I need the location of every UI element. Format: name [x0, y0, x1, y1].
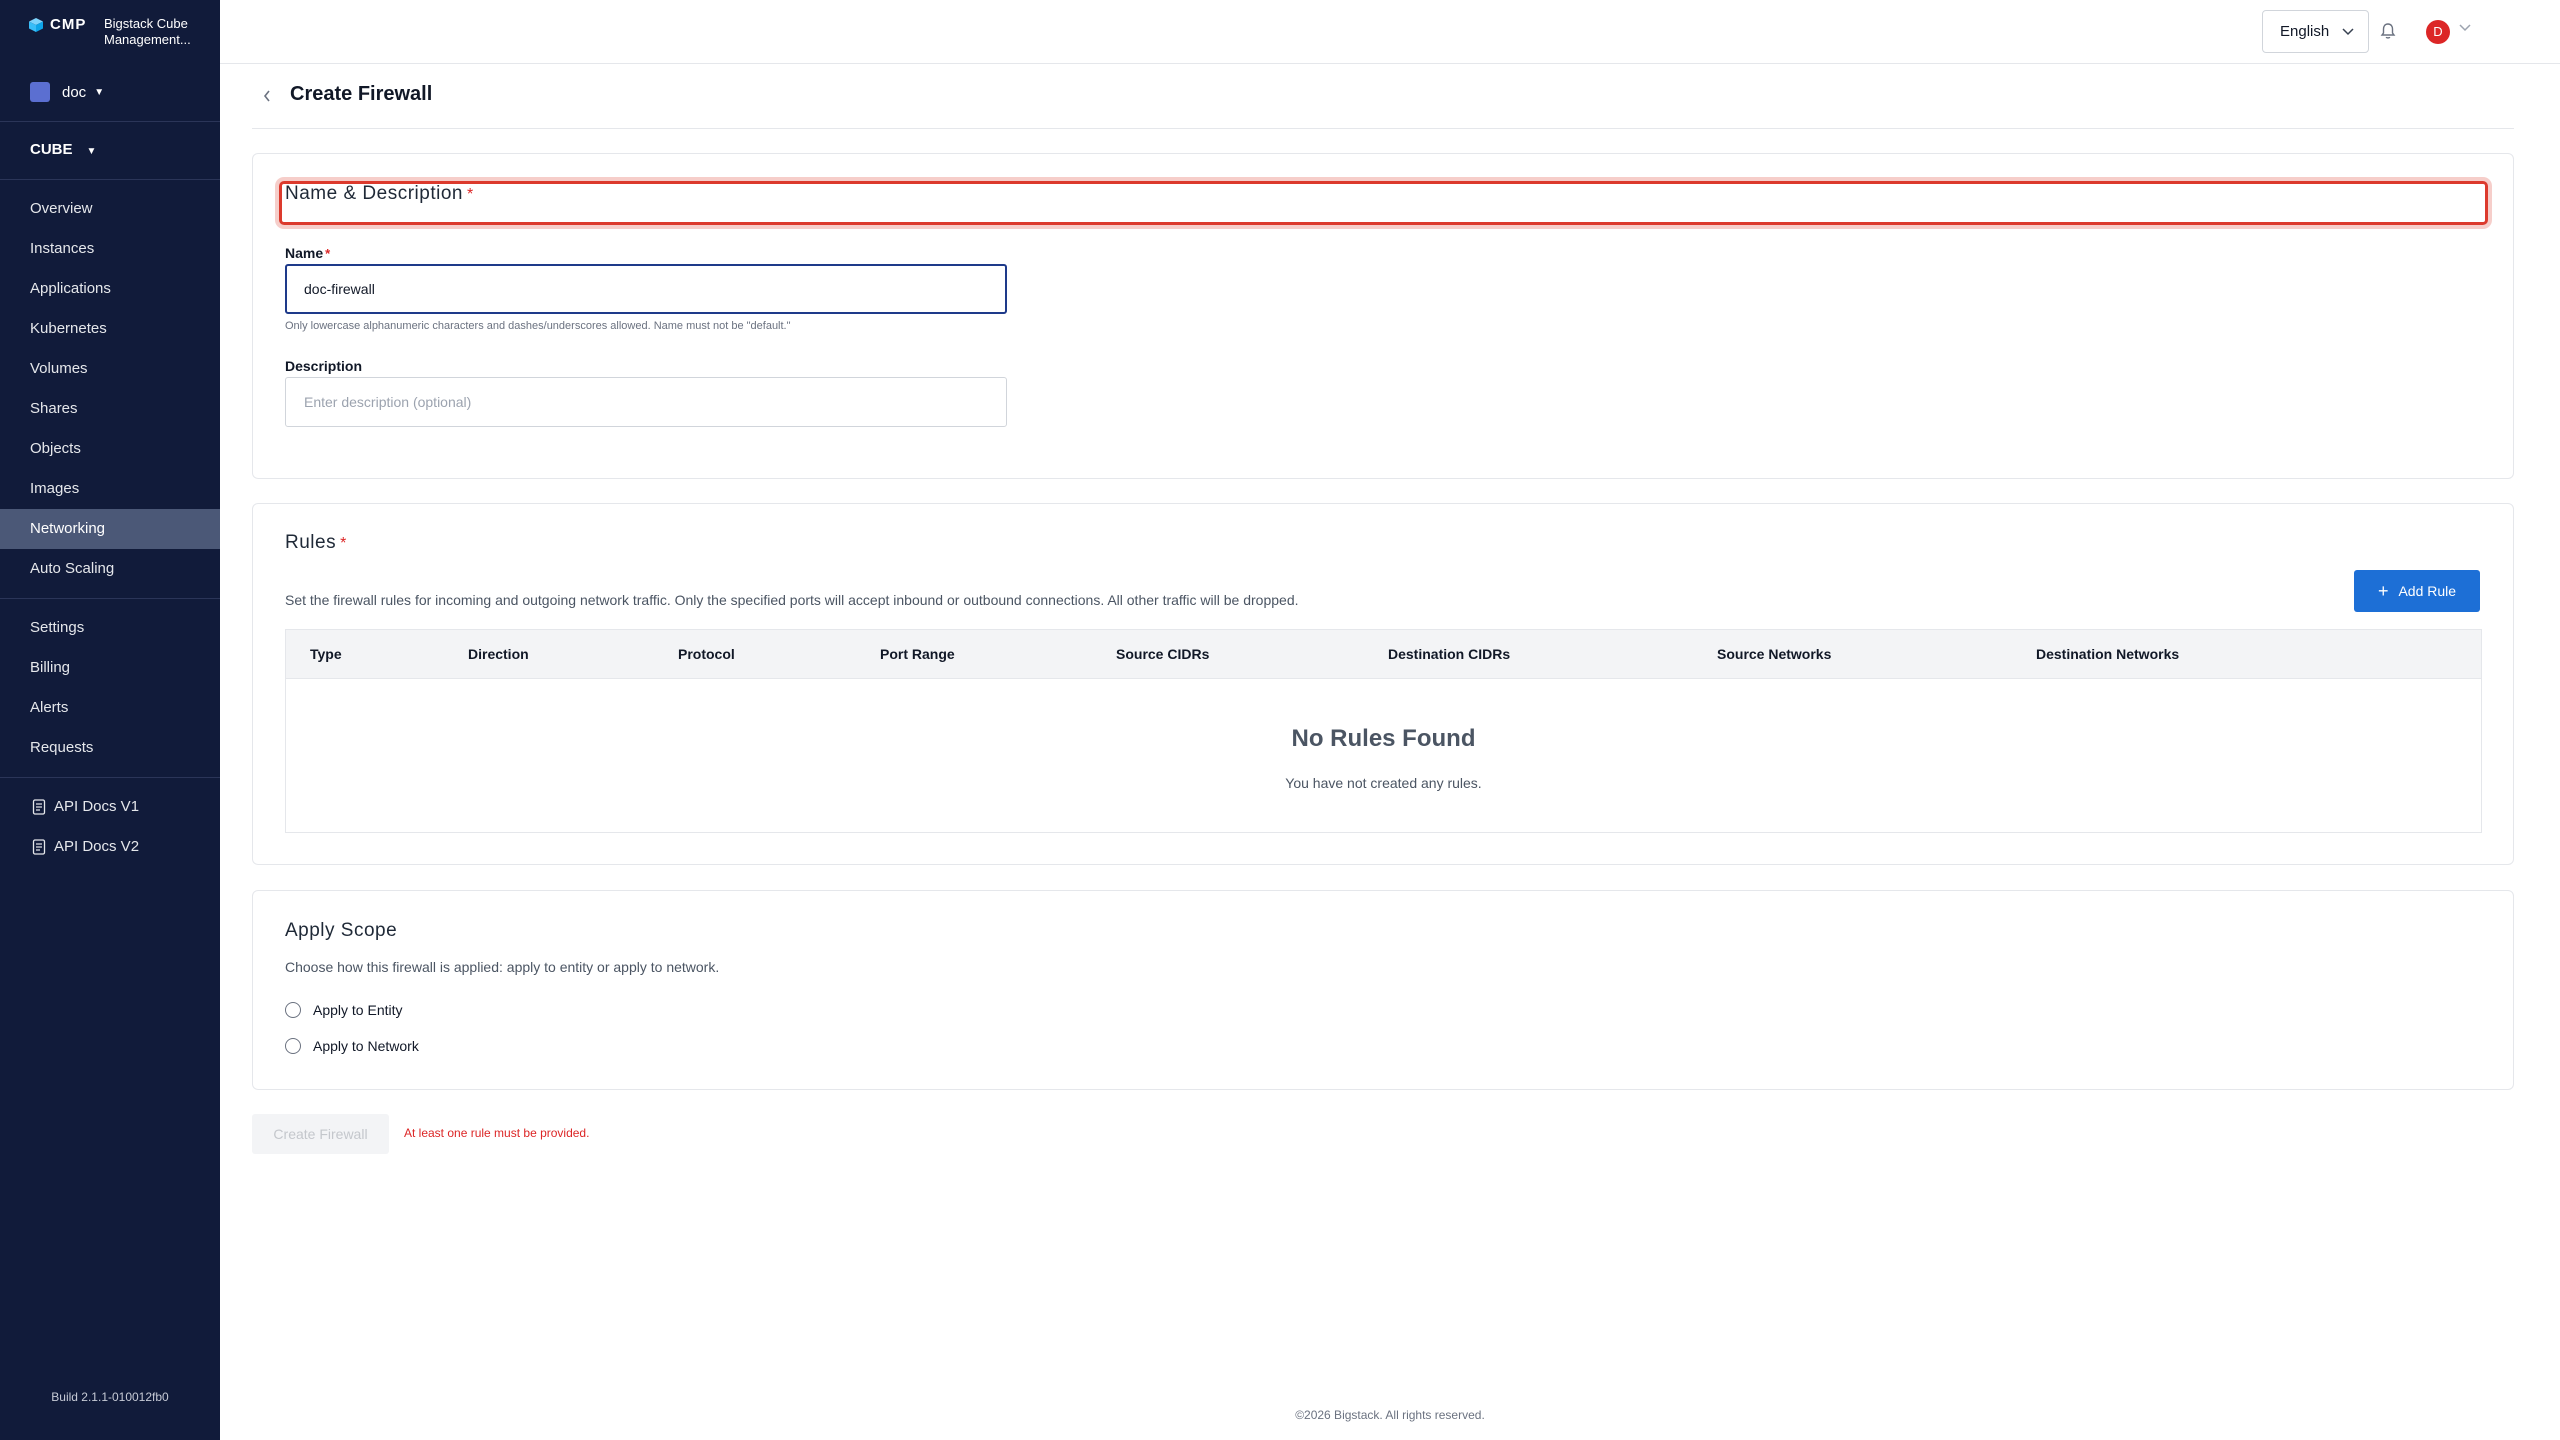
user-avatar[interactable]: D	[2426, 20, 2450, 44]
sidebar-item-api-docs-v2[interactable]: API Docs V2	[0, 827, 220, 867]
app-full-name: Bigstack Cube Management...	[104, 16, 191, 47]
sidebar-item-kubernetes[interactable]: Kubernetes	[0, 309, 220, 349]
name-label: Name *	[285, 245, 330, 261]
validation-highlight	[279, 181, 2488, 225]
sidebar-item-images[interactable]: Images	[0, 469, 220, 509]
radio-apply-to-network[interactable]: Apply to Network	[285, 1038, 419, 1054]
required-marker: *	[325, 246, 331, 261]
sidebar-item-overview[interactable]: Overview	[0, 189, 220, 229]
name-hint: Only lowercase alphanumeric characters a…	[285, 320, 791, 332]
project-selector[interactable]: doc ▼	[30, 82, 104, 102]
scope-description: Choose how this firewall is applied: app…	[285, 959, 720, 975]
topbar	[220, 0, 2560, 64]
create-firewall-button[interactable]: Create Firewall	[252, 1114, 389, 1154]
divider	[0, 777, 220, 778]
sidebar-item-api-docs-v1[interactable]: API Docs V1	[0, 787, 220, 827]
validation-error: At least one rule must be provided.	[404, 1126, 590, 1140]
brand-name: CMP	[50, 16, 87, 33]
sidebar: CMP Bigstack Cube Management... doc ▼ CU…	[0, 0, 220, 1440]
caret-down-icon: ▼	[94, 86, 105, 98]
sidebar-item-settings[interactable]: Settings	[0, 608, 220, 648]
brand-logo[interactable]: CMP Bigstack Cube Management...	[28, 16, 191, 47]
cube-logo-icon	[29, 17, 43, 32]
doc-link-label: API Docs V1	[54, 798, 140, 815]
column-header-destination-cidrs[interactable]: Destination CIDRs	[1388, 630, 1510, 679]
empty-state-title: No Rules Found	[1291, 725, 1476, 752]
rules-description: Set the firewall rules for incoming and …	[285, 592, 1299, 608]
column-header-source-networks[interactable]: Source Networks	[1717, 630, 1831, 679]
table-header: Type Direction Protocol Port Range Sourc…	[286, 630, 2481, 679]
sidebar-item-shares[interactable]: Shares	[0, 389, 220, 429]
rules-table: Type Direction Protocol Port Range Sourc…	[285, 629, 2482, 833]
sidebar-item-auto-scaling[interactable]: Auto Scaling	[0, 549, 220, 589]
sidebar-item-instances[interactable]: Instances	[0, 229, 220, 269]
section-title-text: Name & Description	[285, 183, 463, 204]
doc-link-label: API Docs V2	[54, 838, 140, 855]
name-label-text: Name	[285, 245, 324, 261]
column-header-port-range[interactable]: Port Range	[880, 630, 955, 679]
radio-label: Apply to Entity	[313, 1002, 403, 1018]
divider	[0, 121, 220, 122]
section-title: Rules *	[285, 532, 347, 554]
add-rule-label: Add Rule	[2398, 583, 2457, 599]
description-label: Description	[285, 358, 363, 374]
language-label: English	[2280, 23, 2330, 40]
page-title: Create Firewall	[290, 83, 433, 105]
description-input[interactable]: Enter description (optional)	[285, 377, 1007, 427]
cube-name: CUBE	[30, 141, 73, 158]
footer-copyright: ©2026 Bigstack. All rights reserved.	[1295, 1408, 1485, 1422]
required-marker: *	[340, 535, 347, 552]
sidebar-item-applications[interactable]: Applications	[0, 269, 220, 309]
chevron-down-icon[interactable]	[2459, 24, 2471, 32]
sidebar-item-networking[interactable]: Networking	[0, 509, 220, 549]
column-header-destination-networks[interactable]: Destination Networks	[2036, 630, 2179, 679]
rules-card: Rules * Set the firewall rules for incomi…	[252, 503, 2514, 865]
sidebar-item-requests[interactable]: Requests	[0, 728, 220, 768]
apply-scope-card: Apply Scope Choose how this firewall is …	[252, 890, 2514, 1090]
column-header-type[interactable]: Type	[310, 630, 342, 679]
section-title: Apply Scope	[285, 920, 398, 941]
column-header-direction[interactable]: Direction	[468, 630, 529, 679]
divider	[0, 598, 220, 599]
name-input[interactable]: doc-firewall	[285, 264, 1007, 314]
section-title-text: Rules	[285, 532, 337, 553]
plus-icon: +	[2377, 580, 2389, 601]
build-version: Build 2.1.1-010012fb0	[51, 1390, 169, 1404]
back-arrow-icon[interactable]	[262, 88, 272, 104]
caret-down-icon: ▼	[86, 146, 97, 157]
language-selector[interactable]: English	[2262, 10, 2369, 53]
divider	[252, 128, 2514, 129]
required-marker: *	[466, 186, 474, 203]
add-rule-button[interactable]: + Add Rule	[2354, 570, 2480, 612]
sidebar-item-billing[interactable]: Billing	[0, 648, 220, 688]
column-header-protocol[interactable]: Protocol	[678, 630, 735, 679]
radio-button[interactable]	[285, 1038, 301, 1054]
column-header-source-cidrs[interactable]: Source CIDRs	[1116, 630, 1209, 679]
sidebar-item-volumes[interactable]: Volumes	[0, 349, 220, 389]
name-description-card: Name & Description * Name * doc-firewall O…	[252, 153, 2514, 479]
project-avatar	[30, 82, 50, 102]
section-title: Name & Description *	[285, 183, 474, 205]
sidebar-item-alerts[interactable]: Alerts	[0, 688, 220, 728]
bell-icon[interactable]	[2380, 22, 2396, 40]
radio-label: Apply to Network	[313, 1038, 419, 1054]
cube-selector[interactable]: CUBE ▼	[30, 141, 96, 158]
chevron-down-icon	[2342, 11, 2354, 53]
project-name: doc	[62, 83, 87, 101]
radio-apply-to-entity[interactable]: Apply to Entity	[285, 1002, 403, 1018]
document-icon	[32, 799, 46, 815]
sidebar-item-objects[interactable]: Objects	[0, 429, 220, 469]
divider	[0, 179, 220, 180]
radio-button[interactable]	[285, 1002, 301, 1018]
document-icon	[32, 839, 46, 855]
empty-state-subtitle: You have not created any rules.	[1285, 775, 1482, 791]
